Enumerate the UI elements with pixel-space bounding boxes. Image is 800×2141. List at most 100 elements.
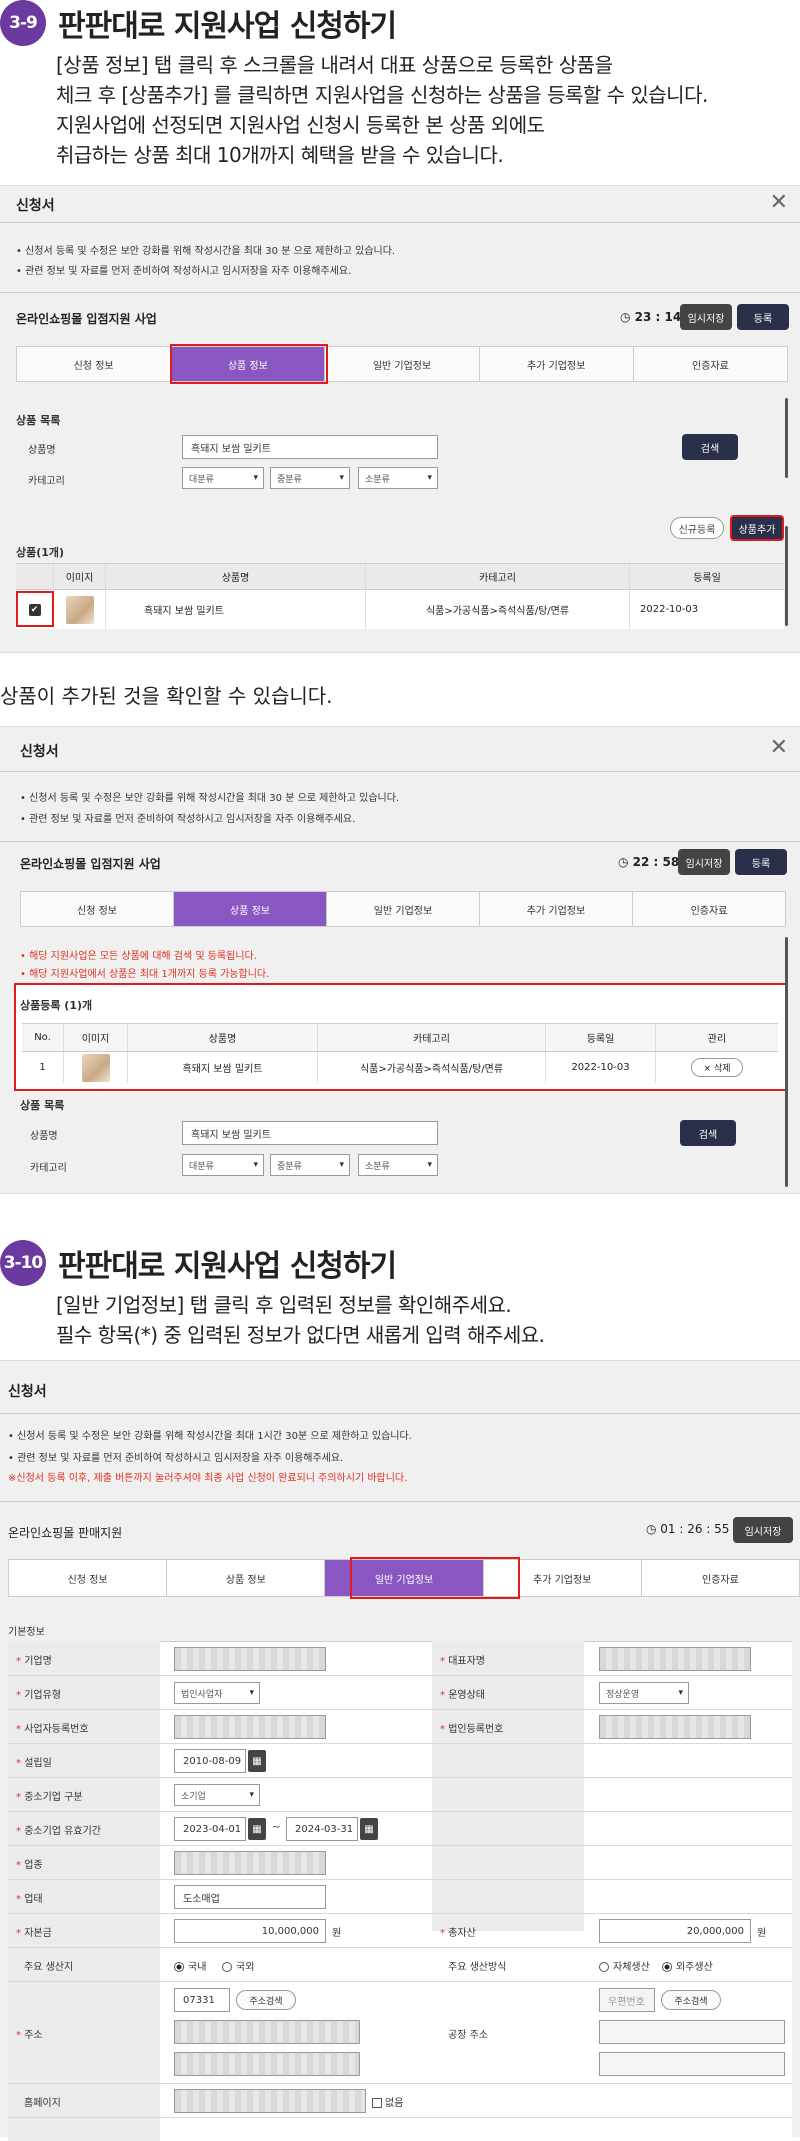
sme-type-select[interactable]: 소기업 bbox=[174, 1784, 260, 1806]
category-major-select[interactable]: 대분류 bbox=[182, 467, 264, 489]
category-middle-select[interactable]: 중분류 bbox=[270, 1154, 350, 1176]
founded-date-input[interactable]: 2010-08-09 bbox=[174, 1749, 246, 1773]
search-button[interactable]: 검색 bbox=[682, 434, 738, 460]
panel-title: 신청서 bbox=[16, 198, 55, 214]
address-line1-input[interactable] bbox=[174, 2020, 360, 2044]
radio-self-production[interactable]: 자체생산 bbox=[599, 1958, 650, 1973]
program-name: 온라인쇼핑몰 입점지원 사업 bbox=[16, 312, 157, 326]
tab-additional-company-info[interactable]: 추가 기업정보 bbox=[480, 347, 634, 381]
scrollbar[interactable] bbox=[785, 937, 788, 1187]
temp-save-button[interactable]: 임시저장 bbox=[678, 849, 730, 875]
unit-label: 원 bbox=[757, 1928, 767, 1939]
new-register-button[interactable]: 신규등록 bbox=[670, 517, 724, 539]
register-button[interactable]: 등록 bbox=[737, 304, 789, 330]
radio-outsourced[interactable]: 외주생산 bbox=[662, 1958, 713, 1973]
form-row-address: * 주소 07331 주소검색 공장 주소 우편번호 주소검색 bbox=[8, 1982, 792, 2084]
no-homepage-checkbox[interactable]: 없음 bbox=[372, 2094, 403, 2109]
tab-certification[interactable]: 인증자료 bbox=[633, 892, 785, 926]
sme-end-date-input[interactable]: 2024-03-31 bbox=[286, 1817, 358, 1841]
category-label: 카테고리 bbox=[30, 1163, 67, 1174]
temp-save-button[interactable]: 임시저장 bbox=[680, 304, 732, 330]
factory-address-search-button[interactable]: 주소검색 bbox=[661, 1990, 721, 2010]
tab-application-info[interactable]: 신청 정보 bbox=[21, 892, 174, 926]
radio-domestic[interactable]: 국내 bbox=[174, 1958, 206, 1973]
field-label: * 주소 bbox=[16, 2030, 43, 2041]
calendar-icon[interactable]: ▦ bbox=[248, 1750, 266, 1772]
radio-overseas[interactable]: 국외 bbox=[222, 1958, 254, 1973]
register-button[interactable]: 등록 bbox=[735, 849, 787, 875]
caption-text: 상품이 추가된 것을 확인할 수 있습니다. bbox=[0, 684, 333, 708]
product-list-title: 상품 목록 bbox=[16, 414, 61, 427]
factory-address-line1-input[interactable] bbox=[599, 2020, 785, 2044]
desc-line: [상품 정보] 탭 클릭 후 스크롤을 내려서 대표 상품으로 등록한 상품을 bbox=[56, 53, 613, 77]
step-title: 판판대로 지원사업 신청하기 bbox=[58, 1249, 397, 1284]
timer: ◷ 23 : 14 bbox=[620, 310, 682, 324]
capital-input[interactable]: 10,000,000 bbox=[174, 1919, 326, 1943]
category-middle-select[interactable]: 중분류 bbox=[270, 467, 350, 489]
assets-input[interactable]: 20,000,000 bbox=[599, 1919, 751, 1943]
temp-save-button[interactable]: 임시저장 bbox=[733, 1517, 793, 1543]
homepage-input[interactable] bbox=[174, 2089, 366, 2113]
tab-product-info[interactable]: 상품 정보 bbox=[174, 892, 327, 926]
operating-status-select[interactable]: 정상운영 bbox=[599, 1682, 689, 1704]
search-button[interactable]: 검색 bbox=[680, 1120, 736, 1146]
field-label: * 자본금 bbox=[16, 1928, 52, 1939]
product-name-input[interactable]: 흑돼지 보쌈 밀키트 bbox=[182, 1121, 438, 1145]
ceo-name-input[interactable] bbox=[599, 1647, 751, 1671]
step-badge: 3-10 bbox=[0, 1240, 46, 1286]
field-label: 홈페이지 bbox=[24, 2098, 61, 2109]
tab-general-company-info[interactable]: 일반 기업정보 bbox=[325, 347, 480, 381]
panel-title: 신청서 bbox=[8, 1384, 47, 1400]
tab-product-info[interactable]: 상품 정보 bbox=[167, 1560, 326, 1596]
field-label: * 총자산 bbox=[440, 1928, 476, 1939]
product-name-input[interactable]: 흑돼지 보쌈 밀키트 bbox=[182, 435, 438, 459]
category-minor-select[interactable]: 소분류 bbox=[358, 1154, 438, 1176]
company-type-select[interactable]: 법인사업자 bbox=[174, 1682, 260, 1704]
product-count: 상품(1개) bbox=[16, 546, 65, 559]
step-badge: 3-9 bbox=[0, 0, 46, 46]
tab-certification[interactable]: 인증자료 bbox=[634, 347, 787, 381]
desc-line: 체크 후 [상품추가] 를 클릭하면 지원사업을 신청하는 상품을 등록할 수 … bbox=[56, 83, 708, 107]
tab-general-company-info[interactable]: 일반 기업정보 bbox=[327, 892, 480, 926]
category-major-select[interactable]: 대분류 bbox=[182, 1154, 264, 1176]
tab-additional-company-info[interactable]: 추가 기업정보 bbox=[480, 892, 633, 926]
product-name-label: 상품명 bbox=[28, 445, 56, 456]
program-name: 온라인쇼핑몰 입점지원 사업 bbox=[20, 857, 161, 871]
product-thumbnail bbox=[65, 595, 94, 624]
form-row: * 자본금 10,000,000 원 * 총자산 20,000,000 원 bbox=[8, 1914, 792, 1948]
tab-application-info[interactable]: 신청 정보 bbox=[9, 1560, 168, 1596]
divider bbox=[0, 292, 800, 293]
notice-line: • 신청서 등록 및 수정은 보안 강화를 위해 작성시간을 최대 1시간 30… bbox=[8, 1431, 412, 1442]
divider bbox=[0, 1413, 800, 1414]
desc-line: 필수 항목(*) 중 입력된 정보가 없다면 새롭게 입력 해주세요. bbox=[56, 1323, 545, 1347]
notice-line: • 관련 정보 및 자료를 먼저 준비하여 작성하시고 임시저장을 자주 이용해… bbox=[20, 814, 356, 825]
calendar-icon[interactable]: ▦ bbox=[248, 1818, 266, 1840]
sector-input[interactable]: 도소매업 bbox=[174, 1885, 326, 1909]
tab-application-info[interactable]: 신청 정보 bbox=[17, 347, 172, 381]
scrollbar[interactable] bbox=[785, 526, 788, 626]
sme-start-date-input[interactable]: 2023-04-01 bbox=[174, 1817, 246, 1841]
factory-zip-input[interactable]: 우편번호 bbox=[599, 1988, 655, 2012]
form-row: * 설립일 2010-08-09 ▦ bbox=[8, 1744, 792, 1778]
address-search-button[interactable]: 주소검색 bbox=[236, 1990, 296, 2010]
field-label: 주요 생산지 bbox=[24, 1962, 74, 1973]
close-icon[interactable]: ✕ bbox=[770, 192, 788, 214]
form-row: * 중소기업 구분 소기업 bbox=[8, 1778, 792, 1812]
business-number-input[interactable] bbox=[174, 1715, 326, 1739]
company-name-input[interactable] bbox=[174, 1647, 326, 1671]
corporate-number-input[interactable] bbox=[599, 1715, 751, 1739]
address-line2-input[interactable] bbox=[174, 2052, 360, 2076]
scrollbar[interactable] bbox=[785, 398, 788, 478]
industry-input[interactable] bbox=[174, 1851, 326, 1875]
tab-certification[interactable]: 인증자료 bbox=[642, 1560, 799, 1596]
table-row[interactable]: ✔ 흑돼지 보쌈 밀키트 식품>가공식품>즉석식품/탕/면류 2022-10-0… bbox=[16, 589, 784, 629]
add-product-button[interactable]: 상품추가 bbox=[730, 515, 784, 541]
zip-input[interactable]: 07331 bbox=[174, 1988, 230, 2012]
close-icon[interactable]: ✕ bbox=[770, 737, 788, 759]
calendar-icon[interactable]: ▦ bbox=[360, 1818, 378, 1840]
field-label: 공장 주소 bbox=[448, 2030, 488, 2041]
field-label: * 기업명 bbox=[16, 1656, 52, 1667]
factory-address-line2-input[interactable] bbox=[599, 2052, 785, 2076]
category-minor-select[interactable]: 소분류 bbox=[358, 467, 438, 489]
category-label: 카테고리 bbox=[28, 476, 65, 487]
